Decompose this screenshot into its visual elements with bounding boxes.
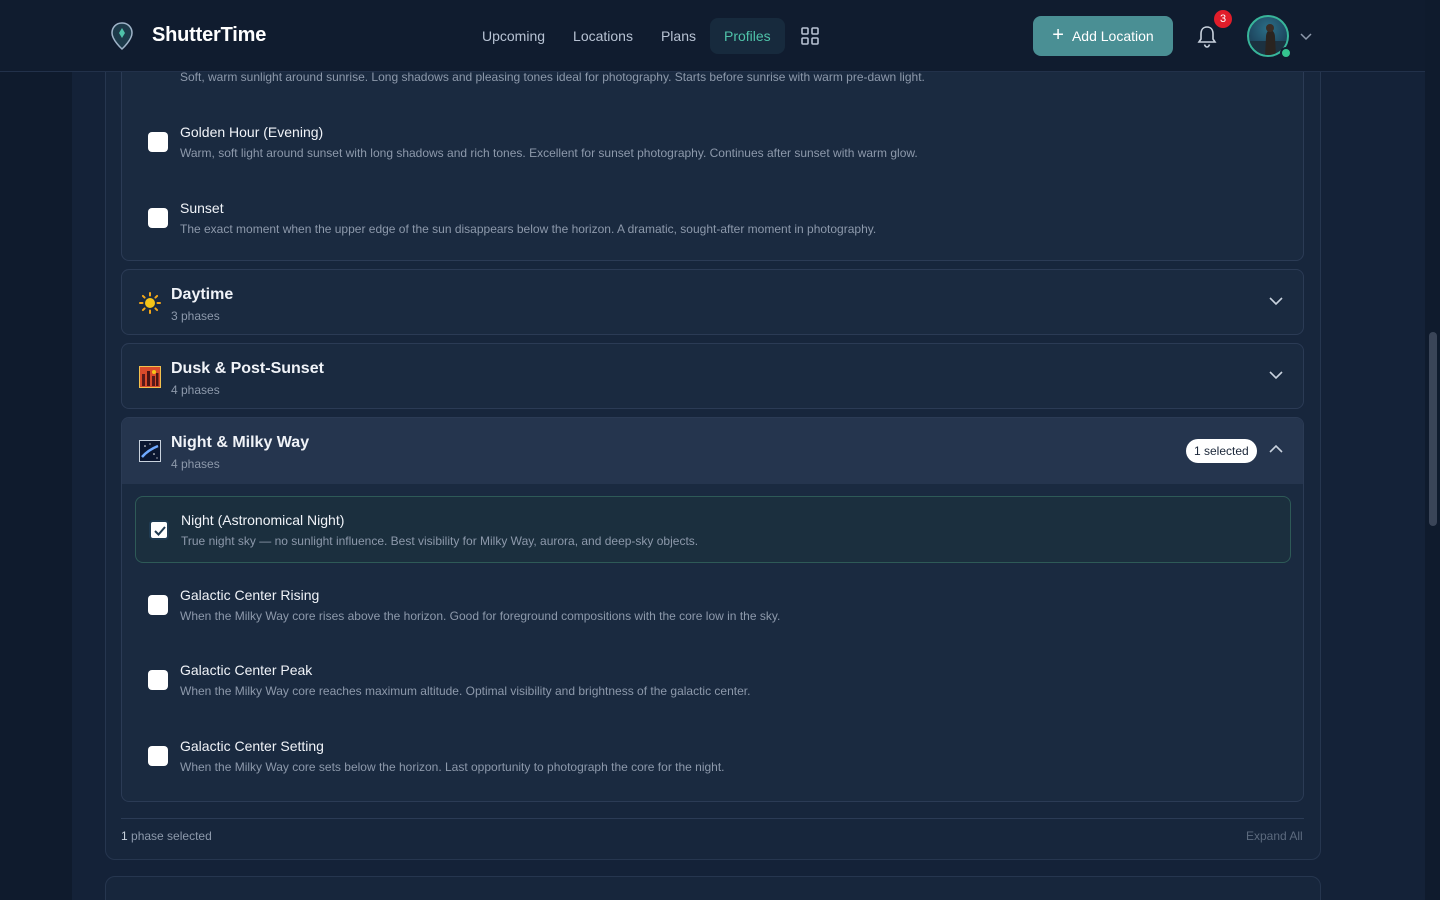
group-night: Night & Milky Way 4 phases 1 selected Ni… bbox=[121, 417, 1304, 802]
phase-desc: Warm, soft light around sunset with long… bbox=[180, 146, 918, 160]
phase-item-gc-setting[interactable]: Galactic Center Setting When the Milky W… bbox=[135, 723, 1291, 790]
chevron-down-icon[interactable] bbox=[1269, 296, 1283, 306]
phase-item-sunset[interactable]: Sunset The exact moment when the upper e… bbox=[135, 185, 1291, 252]
conditions-card bbox=[105, 876, 1321, 900]
phase-title: Galactic Center Peak bbox=[180, 662, 313, 678]
location-pin-logo-icon[interactable] bbox=[110, 22, 134, 50]
nav-upcoming[interactable]: Upcoming bbox=[468, 18, 559, 54]
scrollbar[interactable] bbox=[1429, 332, 1437, 526]
nav-locations[interactable]: Locations bbox=[559, 18, 647, 54]
dusk-icon bbox=[139, 366, 161, 388]
add-location-label: Add Location bbox=[1071, 28, 1154, 44]
group-header[interactable]: Dusk & Post-Sunset 4 phases bbox=[122, 344, 1303, 408]
selected-count-label: phase selected bbox=[127, 829, 212, 843]
group-title: Night & Milky Way bbox=[171, 434, 310, 451]
selected-count-badge: 1 selected bbox=[1186, 439, 1257, 463]
phase-checkbox[interactable] bbox=[148, 746, 168, 766]
selected-count: 1 bbox=[121, 829, 128, 843]
group-dusk[interactable]: Dusk & Post-Sunset 4 phases bbox=[121, 343, 1304, 409]
phase-desc: True night sky — no sunlight influence. … bbox=[181, 534, 699, 548]
group-title: Dusk & Post-Sunset bbox=[171, 360, 324, 377]
phase-item-gc-rising[interactable]: Galactic Center Rising When the Milky Wa… bbox=[135, 572, 1291, 639]
phase-checkbox[interactable] bbox=[148, 595, 168, 615]
top-navbar: ShutterTime Upcoming Locations Plans Pro… bbox=[0, 0, 1425, 72]
chevron-down-icon[interactable] bbox=[1300, 31, 1312, 41]
phase-checkbox-checked[interactable] bbox=[149, 520, 169, 540]
check-icon bbox=[154, 526, 166, 536]
group-title: Daytime bbox=[171, 286, 234, 303]
group-header[interactable]: Night & Milky Way 4 phases 1 selected bbox=[122, 418, 1303, 484]
phase-title: Night (Astronomical Night) bbox=[181, 512, 345, 528]
phase-title: Galactic Center Rising bbox=[180, 587, 320, 603]
add-location-button[interactable]: + Add Location bbox=[1033, 16, 1173, 56]
footer-divider bbox=[121, 818, 1304, 819]
phase-checkbox[interactable] bbox=[148, 132, 168, 152]
online-status-icon bbox=[1280, 47, 1292, 59]
phase-desc: When the Milky Way core sets below the h… bbox=[180, 760, 725, 774]
phase-item-astronomical-night[interactable]: Night (Astronomical Night) True night sk… bbox=[135, 496, 1291, 563]
group-subtitle: 4 phases bbox=[171, 457, 220, 471]
expand-all-button[interactable]: Expand All bbox=[1246, 829, 1303, 843]
phase-checkbox[interactable] bbox=[148, 670, 168, 690]
brand-name[interactable]: ShutterTime bbox=[152, 24, 266, 47]
milky-way-icon bbox=[139, 440, 161, 462]
phase-title: Golden Hour (Evening) bbox=[180, 124, 324, 140]
selected-phase-count: 1 phase selected bbox=[121, 829, 212, 843]
bell-icon[interactable] bbox=[1196, 25, 1218, 49]
phase-checkbox[interactable] bbox=[148, 208, 168, 228]
group-header[interactable]: Daytime 3 phases bbox=[122, 270, 1303, 334]
phase-desc: The exact moment when the upper edge of … bbox=[180, 222, 877, 236]
group-subtitle: 3 phases bbox=[171, 309, 220, 323]
phase-title: Sunset bbox=[180, 200, 224, 216]
main-nav: Upcoming Locations Plans Profiles bbox=[468, 18, 785, 54]
group-daytime[interactable]: Daytime 3 phases bbox=[121, 269, 1304, 335]
phase-item-golden-evening[interactable]: Golden Hour (Evening) Warm, soft light a… bbox=[135, 109, 1291, 176]
phase-title: Galactic Center Setting bbox=[180, 738, 324, 754]
grid-apps-icon[interactable] bbox=[801, 27, 819, 45]
phase-desc: When the Milky Way core rises above the … bbox=[180, 609, 781, 623]
chevron-down-icon[interactable] bbox=[1269, 370, 1283, 380]
nav-plans[interactable]: Plans bbox=[647, 18, 710, 54]
plus-icon: + bbox=[1052, 24, 1064, 46]
nav-profiles[interactable]: Profiles bbox=[710, 18, 785, 54]
phase-item-gc-peak[interactable]: Galactic Center Peak When the Milky Way … bbox=[135, 647, 1291, 714]
phase-desc: When the Milky Way core reaches maximum … bbox=[180, 684, 751, 698]
phase-desc: Soft, warm sunlight around sunrise. Long… bbox=[180, 70, 925, 84]
sun-icon bbox=[139, 292, 161, 314]
chevron-up-icon[interactable] bbox=[1269, 444, 1283, 454]
group-subtitle: 4 phases bbox=[171, 383, 220, 397]
notification-count-badge: 3 bbox=[1214, 10, 1232, 28]
